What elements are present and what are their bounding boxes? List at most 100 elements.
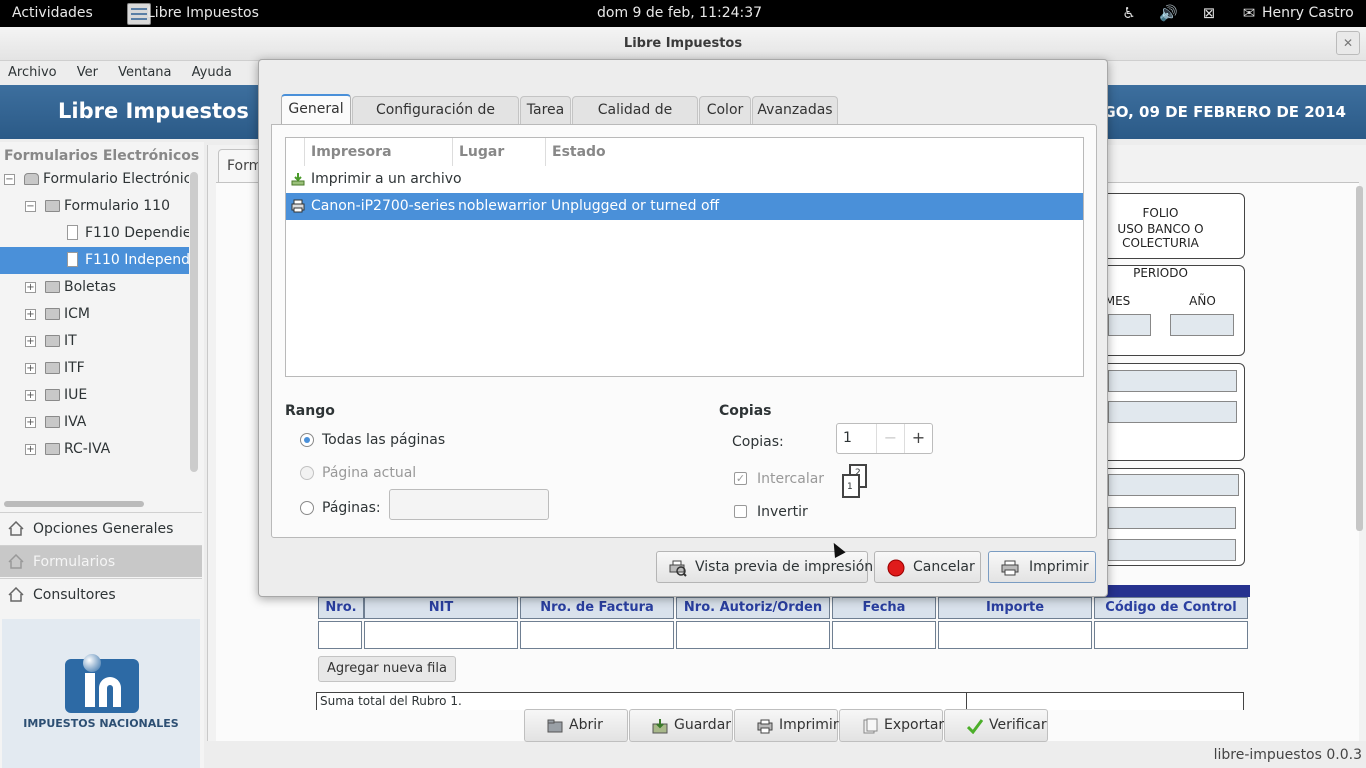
expand-icon[interactable]: + <box>25 417 36 428</box>
expand-icon[interactable]: + <box>25 336 36 347</box>
folder-open-icon <box>547 719 563 733</box>
reverse-checkbox[interactable] <box>734 505 747 518</box>
app-menu[interactable]: Libre Impuestos <box>147 5 259 21</box>
tab-calidad[interactable]: Calidad de imagen <box>572 96 698 144</box>
expand-icon[interactable]: + <box>25 309 36 320</box>
tree-item[interactable]: + IUE <box>0 382 189 409</box>
export-icon <box>863 718 878 734</box>
copies-label: Copias: <box>732 434 784 450</box>
increment-button[interactable]: + <box>904 424 932 453</box>
uso-banco-label: USO BANCO O COLECTURIA <box>1117 222 1204 250</box>
tab-tarea[interactable]: Tarea <box>520 96 571 124</box>
printer-row-canon[interactable]: Canon-iP2700-series noblewarrior Unplugg… <box>286 193 1083 220</box>
col-impresora[interactable]: Impresora <box>304 138 454 166</box>
expand-icon[interactable]: + <box>25 282 36 293</box>
cell-nro[interactable] <box>318 621 362 649</box>
volume-icon[interactable]: 🔊 <box>1159 4 1178 22</box>
collapse-icon[interactable]: − <box>4 174 15 185</box>
close-icon[interactable]: ✕ <box>1336 31 1360 55</box>
expand-icon[interactable]: + <box>25 363 36 374</box>
window-title: Libre Impuestos <box>0 27 1366 61</box>
file-printer-icon <box>291 173 305 186</box>
info-field-5[interactable] <box>1108 539 1236 561</box>
open-button[interactable]: Abrir <box>524 709 628 742</box>
info-field-2[interactable] <box>1108 401 1237 423</box>
print-button[interactable]: Imprimir <box>734 709 839 742</box>
all-pages-label[interactable]: Todas las páginas <box>322 432 445 448</box>
tree-item[interactable]: − Formulario 110 <box>0 193 189 220</box>
col-factura: Nro. de Factura <box>520 597 674 619</box>
tree-item-label: RC-IVA <box>64 441 111 457</box>
radio-pages[interactable] <box>300 501 314 515</box>
pages-input[interactable] <box>389 489 549 520</box>
anio-label: AÑO <box>1189 294 1216 308</box>
tab-color[interactable]: Color <box>699 96 751 124</box>
nav-opciones-generales[interactable]: Opciones Generales <box>0 512 202 544</box>
menu-ayuda[interactable]: Ayuda <box>184 61 240 84</box>
menu-archivo[interactable]: Archivo <box>0 61 65 84</box>
collapse-icon[interactable]: − <box>25 201 36 212</box>
menu-ver[interactable]: Ver <box>69 61 106 84</box>
nav-consultores[interactable]: Consultores <box>0 578 202 610</box>
periodo-label: PERIODO <box>1133 266 1188 280</box>
tree-item-label: Formulario 110 <box>64 198 170 214</box>
cell-codigo[interactable] <box>1094 621 1248 649</box>
folder-icon <box>45 281 60 293</box>
tree-item[interactable]: F110 Dependier <box>0 220 189 247</box>
col-lugar[interactable]: Lugar <box>452 138 548 166</box>
tree-item[interactable]: + IT <box>0 328 189 355</box>
anio-field[interactable] <box>1170 314 1234 336</box>
copies-spinner: 1 − + <box>836 423 933 454</box>
tree-item[interactable]: + RC-IVA <box>0 436 189 463</box>
printer-row-file[interactable]: Imprimir a un archivo <box>286 166 1083 193</box>
tree-vertical-scrollbar[interactable] <box>190 172 198 472</box>
print-button[interactable]: Imprimir <box>988 551 1096 583</box>
info-field-1[interactable] <box>1108 370 1237 392</box>
reverse-label[interactable]: Invertir <box>757 504 808 520</box>
decrement-button[interactable]: − <box>876 424 904 453</box>
info-field-4[interactable] <box>1108 507 1236 529</box>
cell-nit[interactable] <box>364 621 518 649</box>
tab-avanzadas[interactable]: Avanzadas <box>752 96 838 124</box>
cell-importe[interactable] <box>938 621 1092 649</box>
pages-label[interactable]: Páginas: <box>322 500 381 516</box>
save-button[interactable]: Guardar <box>629 709 733 742</box>
activities-button[interactable]: Actividades <box>12 5 93 21</box>
col-nro: Nro. <box>318 597 364 619</box>
expand-icon[interactable]: + <box>25 390 36 401</box>
cancel-button[interactable]: Cancelar <box>874 551 981 583</box>
form-vertical-scrollbar[interactable] <box>1356 186 1363 531</box>
add-row-button[interactable]: Agregar nueva fila <box>318 656 456 682</box>
cell-factura[interactable] <box>520 621 674 649</box>
info-field-3[interactable] <box>1108 474 1239 496</box>
network-icon[interactable]: ⊠ <box>1200 4 1218 22</box>
tab-general[interactable]: General <box>281 94 351 125</box>
cell-autoriz[interactable] <box>676 621 830 649</box>
menu-ventana[interactable]: Ventana <box>110 61 179 84</box>
document-icon <box>67 225 78 240</box>
tree-item[interactable]: F110 Independi <box>0 247 189 274</box>
tree-horizontal-scrollbar[interactable] <box>4 501 144 507</box>
tree-item[interactable]: + IVA <box>0 409 189 436</box>
radio-all-pages[interactable] <box>300 433 314 447</box>
top-bar: Actividades Libre Impuestos dom 9 de feb… <box>0 0 1366 27</box>
tree-item[interactable]: + Boletas <box>0 274 189 301</box>
folder-icon <box>45 335 60 347</box>
cell-fecha[interactable] <box>832 621 936 649</box>
export-button[interactable]: Exportar <box>839 709 944 742</box>
tree-item[interactable]: − Formulario Electrónico <box>0 166 189 193</box>
nav-formularios-electronicos[interactable]: Formularios Electrónicos <box>0 545 202 602</box>
clock[interactable]: dom 9 de feb, 11:24:37 <box>597 5 762 21</box>
tree-item[interactable]: + ICM <box>0 301 189 328</box>
verify-button[interactable]: Verificar <box>944 709 1048 742</box>
user-menu[interactable]: Henry Castro <box>1262 5 1354 21</box>
tree-item[interactable]: + ITF <box>0 355 189 382</box>
tab-page-setup[interactable]: Configuración de página <box>352 96 519 144</box>
expand-icon[interactable]: + <box>25 444 36 455</box>
col-estado[interactable]: Estado <box>545 138 1082 166</box>
print-preview-icon <box>669 560 687 577</box>
accessibility-icon[interactable]: ♿ <box>1120 4 1138 22</box>
mes-field[interactable] <box>1108 314 1151 336</box>
copies-value[interactable]: 1 <box>843 430 852 446</box>
user-icon: ✉ <box>1242 4 1256 22</box>
